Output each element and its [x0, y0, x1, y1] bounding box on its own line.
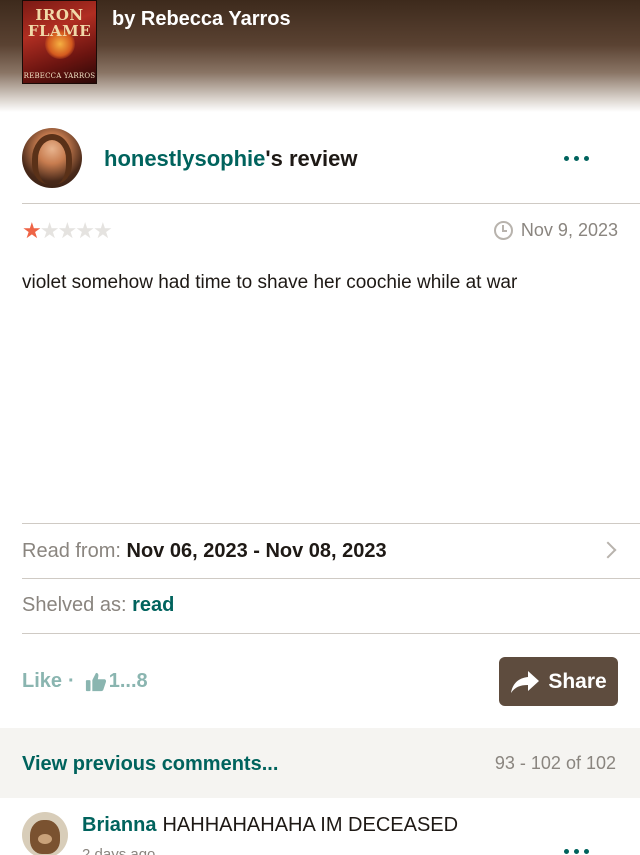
divider: [22, 578, 640, 579]
review-body: violet somehow had time to shave her coo…: [22, 272, 518, 293]
commenter-username[interactable]: Brianna: [82, 814, 156, 836]
clock-icon: [493, 220, 513, 240]
star-rating: ★★★★★: [22, 218, 113, 243]
review-date-row: Nov 9, 2023: [493, 219, 618, 241]
view-previous-comments[interactable]: View previous comments...: [22, 753, 278, 776]
reviewer-username[interactable]: honestlysophie: [104, 146, 265, 171]
avatar-hair: [32, 134, 72, 184]
book-cover[interactable]: IRON FLAME REBECCA YARROS: [22, 0, 97, 84]
book-header: IRON FLAME REBECCA YARROS by Rebecca Yar…: [0, 0, 640, 112]
read-from-value: Nov 06, 2023 - Nov 08, 2023: [126, 540, 387, 562]
share-label: Share: [548, 669, 607, 693]
divider: [22, 203, 640, 204]
more-dots-icon[interactable]: [564, 848, 592, 855]
share-arrow-icon: [511, 670, 540, 693]
like-separator: ·: [68, 670, 75, 692]
review-header: honestlysophie's review: [0, 128, 640, 192]
like-count[interactable]: 1...8: [109, 670, 148, 693]
more-dots-icon[interactable]: [564, 154, 592, 164]
review-title-suffix: 's review: [265, 146, 358, 171]
comment-time: 2 days ago: [82, 846, 156, 855]
commenter-avatar[interactable]: [22, 812, 68, 855]
review-title: honestlysophie's review: [104, 146, 357, 172]
comments-bar: View previous comments... 93 - 102 of 10…: [0, 728, 640, 798]
bear-muzzle: [38, 834, 52, 844]
chevron-right-icon[interactable]: [599, 541, 617, 559]
read-from-label: Read from:: [22, 540, 121, 562]
star-empty-icon: ★: [92, 218, 113, 243]
divider: [22, 523, 640, 524]
cover-title-line2: FLAME: [27, 22, 92, 40]
reviewer-avatar[interactable]: [22, 128, 82, 188]
like-button[interactable]: Like: [22, 670, 62, 693]
cover-title-line1: IRON: [35, 6, 84, 24]
read-dates-row[interactable]: Read from: Nov 06, 2023 - Nov 08, 2023: [22, 540, 387, 563]
cover-title: IRON FLAME: [23, 7, 96, 39]
cover-author: REBECCA YARROS: [23, 72, 96, 80]
share-button[interactable]: Share: [499, 657, 618, 706]
divider: [22, 633, 640, 634]
comment-range: 93 - 102 of 102: [494, 753, 616, 773]
shelved-label: Shelved as:: [22, 594, 127, 616]
review-date: Nov 9, 2023: [520, 219, 618, 240]
like-row: Like · 1...8: [22, 670, 148, 693]
shelved-row: Shelved as: read: [22, 594, 174, 617]
thumbs-up-icon[interactable]: [85, 671, 107, 693]
comment-line: Brianna HAHHAHAHAHA IM DECEASED: [82, 814, 458, 837]
shelf-link[interactable]: read: [132, 594, 174, 616]
comment-item: Brianna HAHHAHAHAHA IM DECEASED 2 days ag…: [0, 798, 640, 855]
comment-text: HAHHAHAHAHA IM DECEASED: [162, 814, 459, 836]
book-author[interactable]: by Rebecca Yarros: [112, 8, 291, 31]
